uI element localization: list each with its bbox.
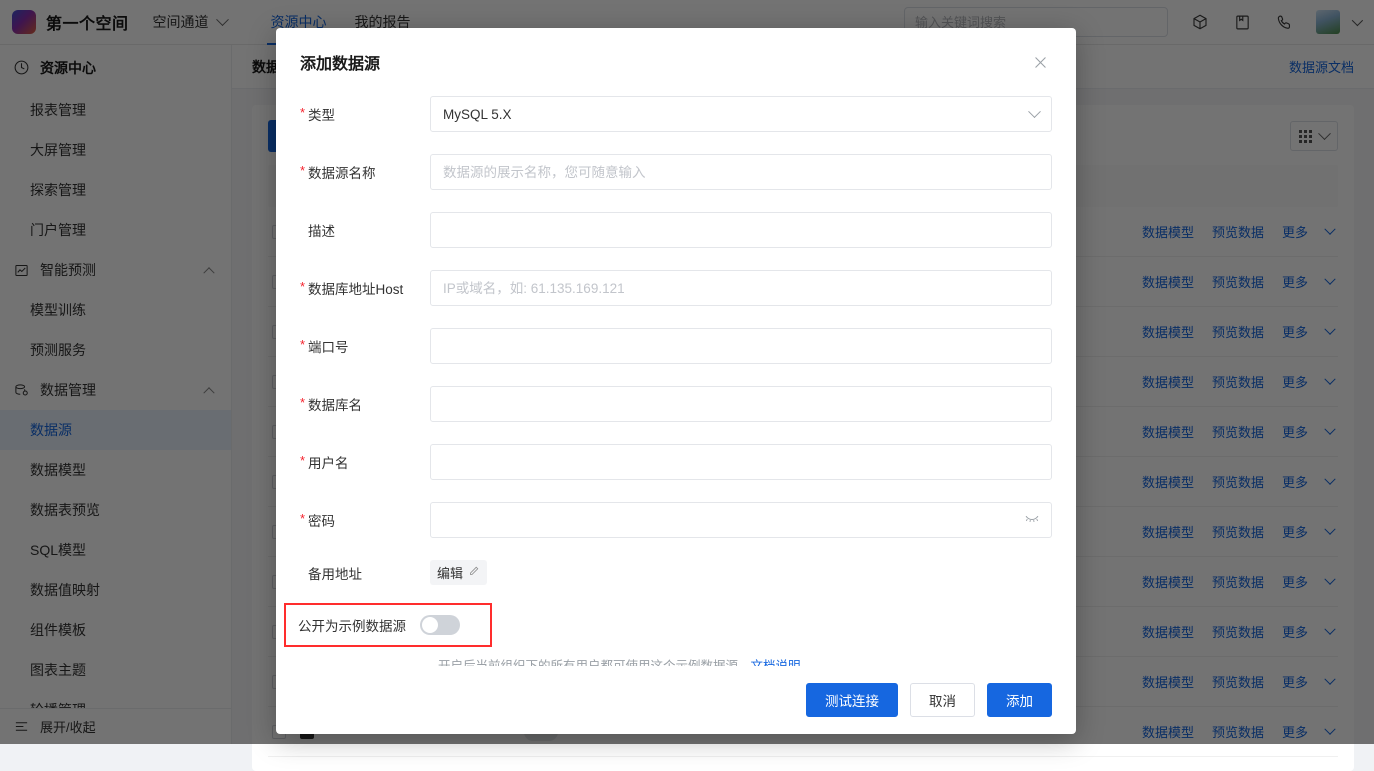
host-input[interactable] <box>430 270 1052 306</box>
field-database-name: 数据库名 <box>300 386 1052 422</box>
field-datasource-name: 数据源名称 <box>300 154 1052 190</box>
public-sample-highlight-box: 公开为示例数据源 <box>284 603 492 647</box>
public-sample-toggle[interactable] <box>420 615 460 635</box>
toggle-knob <box>422 617 438 633</box>
public-sample-hint-text: 开启后当前组织下的所有用户都可使用这个示例数据源。 <box>438 659 751 666</box>
field-description: 描述 <box>300 212 1052 248</box>
port-input[interactable] <box>430 328 1052 364</box>
cancel-button[interactable]: 取消 <box>910 683 975 717</box>
field-label: 数据源名称 <box>300 162 430 182</box>
field-username: 用户名 <box>300 444 1052 480</box>
field-label: 密码 <box>300 510 430 530</box>
field-label: 描述 <box>300 220 430 240</box>
field-label: 备用地址 <box>300 563 430 583</box>
database-name-input[interactable] <box>430 386 1052 422</box>
username-input[interactable] <box>430 444 1052 480</box>
type-select[interactable]: MySQL 5.X <box>430 96 1052 132</box>
field-label: 数据库地址Host <box>300 278 430 298</box>
eye-invisible-icon[interactable] <box>1024 510 1040 531</box>
type-select-value: MySQL 5.X <box>443 107 512 122</box>
field-password: 密码 <box>300 502 1052 538</box>
field-label: 用户名 <box>300 452 430 472</box>
field-backup-address: 备用地址 编辑 <box>300 560 1052 585</box>
password-input[interactable] <box>430 502 1052 538</box>
field-port: 端口号 <box>300 328 1052 364</box>
pencil-icon <box>468 565 480 580</box>
edit-button-label: 编辑 <box>437 563 463 582</box>
field-type: 类型 MySQL 5.X <box>300 96 1052 132</box>
dialog-title: 添加数据源 <box>300 50 380 74</box>
public-sample-label: 公开为示例数据源 <box>298 615 420 635</box>
public-sample-hint: 开启后当前组织下的所有用户都可使用这个示例数据源。文档说明 <box>438 655 1052 666</box>
close-icon[interactable] <box>1028 50 1052 74</box>
datasource-name-input[interactable] <box>430 154 1052 190</box>
dialog-header: 添加数据源 <box>276 28 1076 96</box>
description-input[interactable] <box>430 212 1052 248</box>
add-datasource-dialog: 添加数据源 类型 MySQL 5.X 数据源名称 <box>276 28 1076 734</box>
field-label: 端口号 <box>300 336 430 356</box>
field-label: 数据库名 <box>300 394 430 414</box>
field-public-sample: 公开为示例数据源 <box>300 603 1052 647</box>
edit-backup-address-button[interactable]: 编辑 <box>430 560 487 585</box>
submit-button[interactable]: 添加 <box>987 683 1052 717</box>
test-connection-button[interactable]: 测试连接 <box>806 683 898 717</box>
field-label: 类型 <box>300 104 430 124</box>
dialog-body: 类型 MySQL 5.X 数据源名称 描述 <box>276 96 1076 666</box>
dialog-footer: 测试连接 取消 添加 <box>276 666 1076 734</box>
app-root: 第一个空间 空间通道 资源中心 我的报告 <box>0 0 1374 744</box>
doc-description-link[interactable]: 文档说明 <box>751 659 801 666</box>
chevron-down-icon <box>1028 105 1041 118</box>
field-host: 数据库地址Host <box>300 270 1052 306</box>
